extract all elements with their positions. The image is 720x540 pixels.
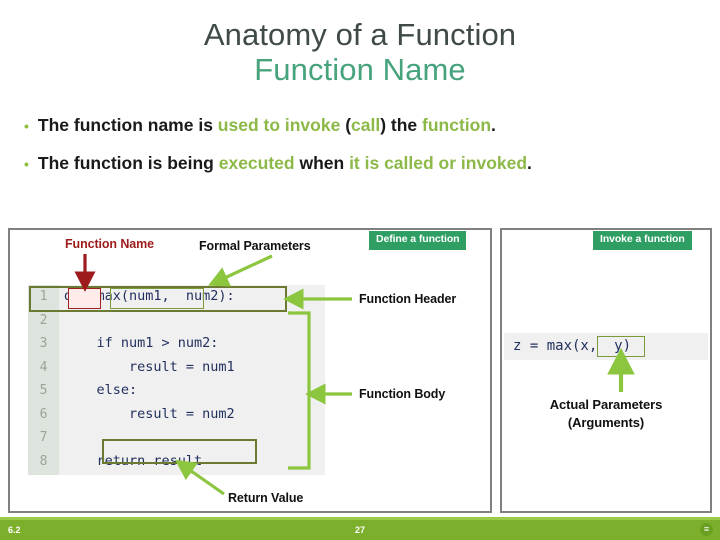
slide-canvas: Anatomy of a Function Function Name • Th… bbox=[0, 0, 720, 540]
code-line: result = num1 bbox=[64, 358, 235, 375]
line-number: 5 bbox=[39, 383, 48, 398]
code-block-define: 1 2 3 4 5 6 7 8 def max(num1, num2): if num1 > … bbox=[28, 285, 325, 475]
line-number: 1 bbox=[39, 289, 48, 304]
line-number-gutter: 1 2 3 4 5 6 7 8 bbox=[28, 285, 59, 475]
bullet-segment: The function name is bbox=[37, 115, 218, 135]
badge-define-a-function: Define a function bbox=[369, 231, 467, 250]
bullet-marker-icon: • bbox=[24, 156, 29, 172]
footer-page-number: 27 bbox=[354, 525, 365, 535]
code-lines: def max(num1, num2): if num1 > num2: res… bbox=[59, 285, 325, 473]
label-actual-parameters: Actual Parameters (Arguments) bbox=[500, 396, 712, 431]
code-line: else: bbox=[64, 382, 138, 398]
label-function-body: Function Body bbox=[359, 387, 446, 401]
menu-icon[interactable]: ≡ bbox=[700, 523, 713, 536]
bullet-segment: function bbox=[422, 115, 492, 135]
line-number: 7 bbox=[39, 430, 48, 445]
bullet-segment: used to invoke bbox=[217, 115, 346, 135]
list-item: • The function name is used to invoke (c… bbox=[14, 115, 714, 136]
bullet-segment: The function is being bbox=[37, 153, 219, 173]
label-formal-parameters: Formal Parameters bbox=[199, 239, 311, 253]
line-number: 4 bbox=[39, 359, 48, 375]
line-number: 2 bbox=[39, 312, 48, 328]
bullet-list: • The function name is used to invoke (c… bbox=[14, 115, 714, 191]
bullet-segment: it is called or invoked bbox=[349, 153, 528, 173]
code-line: return result bbox=[64, 452, 203, 469]
bullet-text-2: The function is being executed when it i… bbox=[38, 153, 532, 174]
code-line: def max(num1, num2): bbox=[64, 288, 235, 304]
list-item: • The function is being executed when it… bbox=[14, 153, 714, 174]
code-block-invoke: z = max(x, y) bbox=[504, 333, 708, 360]
code-line: if num1 > num2: bbox=[64, 335, 219, 351]
label-actual-parameters-line2: (Arguments) bbox=[567, 414, 645, 430]
page-title: Anatomy of a Function Function Name bbox=[0, 17, 720, 87]
bullet-segment: executed bbox=[218, 153, 300, 173]
label-function-name: Function Name bbox=[65, 237, 154, 251]
title-line-1: Anatomy of a Function bbox=[203, 17, 517, 52]
label-function-header: Function Header bbox=[359, 292, 457, 306]
invoke-code-line: z = max(x, y) bbox=[513, 338, 632, 354]
bullet-marker-icon: • bbox=[24, 118, 29, 134]
bullet-text-1: The function name is used to invoke (cal… bbox=[38, 115, 496, 136]
bullet-segment: call bbox=[351, 115, 381, 135]
line-number: 3 bbox=[39, 336, 48, 351]
code-line: result = num2 bbox=[64, 405, 235, 422]
bullet-segment: . bbox=[527, 153, 532, 173]
label-return-value: Return Value bbox=[228, 491, 304, 505]
bullet-segment: . bbox=[491, 115, 496, 135]
bullet-segment: when bbox=[299, 153, 350, 173]
label-actual-parameters-line1: Actual Parameters bbox=[549, 397, 663, 412]
bullet-segment: ) the bbox=[380, 115, 423, 135]
line-number: 6 bbox=[39, 406, 48, 422]
title-line-2: Function Name bbox=[254, 51, 466, 87]
invoke-function-panel bbox=[500, 228, 712, 513]
line-number: 8 bbox=[39, 453, 48, 469]
badge-invoke-a-function: Invoke a function bbox=[593, 231, 692, 250]
